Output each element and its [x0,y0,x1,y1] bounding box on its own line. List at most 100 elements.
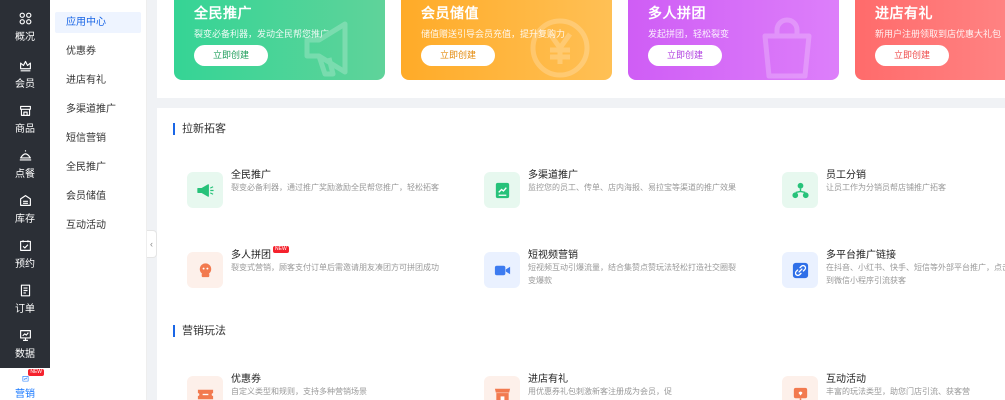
coupon-icon [197,389,213,399]
shopping-bag-icon [762,17,812,79]
app-card-short-video[interactable]: 短视频营销 短视频互动引爆流量，结合集赞点赞玩法轻松打造社交圈裂变爆款 [484,246,764,296]
banner-desc: 储值赠送引导会员充值，提升复购力 [421,29,566,39]
card-icon-wrap [187,252,223,288]
card-desc: 丰富的玩法类型，助您门店引流、获客营 [826,387,970,396]
create-now-button[interactable]: 立即创建 [648,45,722,66]
submenu-item-stored-value[interactable]: 会员储值 [55,186,141,207]
banner-desc: 新用户注册领取到店优惠大礼包 [875,29,1002,39]
app-card-group-buy[interactable]: 多人拼团NEW 裂变式营销，顾客支付订单后需邀请朋友凑团方可拼团成功 [187,246,467,296]
crown-icon [19,60,31,72]
app-card-multiplatform-link[interactable]: 多平台推广链接 在抖音、小红书、快手、短信等外部平台推广，点击后跳转到微信小程序… [782,246,1005,296]
nav-item-reservation[interactable]: 预约 [0,239,50,279]
nav-item-ordering[interactable]: 点餐 [0,149,50,189]
nav-item-label: 营销 [15,389,35,400]
section-acquisition: 拉新拓客 全民推广 裂变必备利器，通过推广奖励激励全民帮您推广，轻松拓客 多渠道… [157,108,1005,310]
dish-icon [19,150,31,161]
card-title-text: 短视频营销 [528,250,578,261]
card-title: 进店有礼 [528,370,568,385]
card-desc: 裂变式营销，顾客支付订单后需邀请朋友凑团方可拼团成功 [231,263,439,272]
card-title: 多人拼团NEW [231,246,289,261]
section-title: 拉新拓客 [173,123,226,135]
app-card-multichannel[interactable]: 多渠道推广 监控您的员工、传单、店内海报、易拉宝等渠道的推广效果 [484,166,764,216]
card-desc: 用优惠券礼包刺激新客注册成为会员，促 [528,387,672,396]
banner-referral[interactable]: 全民推广 裂变必备利器，发动全民帮您推广 立即创建 [174,0,385,80]
card-desc: 监控您的员工、传单、店内海报、易拉宝等渠道的推广效果 [528,183,736,192]
app-card-interactive[interactable]: 互动活动 丰富的玩法类型，助您门店引流、获客营 [782,370,1005,400]
create-now-button[interactable]: 立即创建 [875,45,949,66]
card-title: 互动活动 [826,370,866,385]
megaphone-icon [196,183,214,197]
calendar-check-icon [19,240,31,251]
banner-store-gift[interactable]: 进店有礼 新用户注册领取到店优惠大礼包 立即创建 [855,0,1005,80]
nav-item-orders[interactable]: 订单 [0,284,50,324]
card-title-text: 多人拼团 [231,250,271,261]
submenu-item-store-gift[interactable]: 进店有礼 [55,70,141,91]
group-buy-icon [199,262,211,277]
nav-item-label: 点餐 [15,169,35,180]
card-desc: 短视频互动引爆流量，结合集赞点赞玩法轻松打造社交圈裂变爆款 [528,263,736,285]
submenu-item-referral[interactable]: 全民推广 [55,157,141,178]
yen-coin-icon [530,18,590,78]
banner-desc: 裂变必备利器，发动全民帮您推广 [194,29,330,39]
megaphone-icon [304,21,348,77]
nav-item-label: 会员 [15,79,35,90]
nav-item-data[interactable]: 数据 [0,329,50,369]
card-desc: 裂变必备利器，通过推广奖励激励全民帮您推广，轻松拓客 [231,183,439,192]
card-icon-wrap [484,252,520,288]
card-title: 全民推广 [231,166,271,181]
card-icon-wrap [782,252,818,288]
card-icon-wrap [484,376,520,400]
app-card-referral[interactable]: 全民推广 裂变必备利器，通过推广奖励激励全民帮您推广，轻松拓客 [187,166,467,216]
secondary-menu: 应用中心 优惠券 进店有礼 多渠道推广 短信营销 全民推广 会员储值 互动活动 [50,0,147,400]
card-title: 短视频营销 [528,246,578,261]
nav-item-marketing[interactable]: NEW 营销 [0,368,50,400]
nav-item-label: 数据 [15,349,35,360]
collapse-menu-handle[interactable]: ‹ [147,230,157,258]
submenu-item-sms[interactable]: 短信营销 [55,128,141,149]
banner-stored-value[interactable]: 会员储值 储值赠送引导会员充值，提升复购力 立即创建 [401,0,612,80]
interactive-icon [793,387,807,400]
submenu-item-coupon[interactable]: 优惠券 [55,41,141,62]
new-badge: NEW [28,369,44,376]
nav-item-label: 商品 [15,124,35,135]
card-icon-wrap [187,172,223,208]
create-now-button[interactable]: 立即创建 [421,45,495,66]
video-camera-icon [494,265,510,275]
main-content: 全民推广 裂变必备利器，发动全民帮您推广 立即创建 会员储值 储值赠送引导会员充… [157,0,1005,400]
app-card-store-gift[interactable]: 进店有礼 用优惠券礼包刺激新客注册成为会员，促 [484,370,764,400]
app-card-staff-distribution[interactable]: 员工分销 让员工作为分销员帮店铺推广拓客 [782,166,1005,216]
app-card-coupon[interactable]: 优惠券 自定义类型和规则，支持多种营销场景 [187,370,467,400]
grid-icon [19,12,31,25]
card-icon-wrap [782,172,818,208]
banner-row: 全民推广 裂变必备利器，发动全民帮您推广 立即创建 会员储值 储值赠送引导会员充… [157,0,1005,98]
nav-item-label: 预约 [15,259,35,270]
app-root: 概况 会员 商品 点餐 库存 预约 订单 数据 NEW 营销 应用中心 优惠券 … [0,0,1005,400]
inventory-icon [19,195,31,206]
card-icon-wrap [782,376,818,400]
card-desc: 让员工作为分销员帮店铺推广拓客 [826,183,946,192]
nav-item-label: 概况 [15,32,35,43]
card-desc: 自定义类型和规则，支持多种营销场景 [231,387,367,396]
banner-group-buy[interactable]: 多人拼团 发起拼团，轻松裂变 立即创建 [628,0,839,80]
submenu-item-multichannel[interactable]: 多渠道推广 [55,99,141,120]
primary-nav: 概况 会员 商品 点餐 库存 预约 订单 数据 NEW 营销 [0,0,50,400]
card-title: 多平台推广链接 [826,246,896,261]
card-icon-wrap [484,172,520,208]
submenu-item-app-center[interactable]: 应用中心 [55,12,141,33]
submenu-item-interactive[interactable]: 互动活动 [55,215,141,236]
link-icon [792,262,808,278]
order-icon [20,284,30,297]
card-title: 多渠道推广 [528,166,578,181]
section-marketing-play: 营销玩法 优惠券 自定义类型和规则，支持多种营销场景 进店有礼 用优惠券礼包刺激… [157,310,1005,400]
new-badge: NEW [273,246,289,253]
create-now-button[interactable]: 立即创建 [194,45,268,66]
nav-item-label: 库存 [15,214,35,225]
card-title-text: 优惠券 [231,374,261,385]
nav-item-goods[interactable]: 商品 [0,104,50,144]
card-title-text: 多渠道推广 [528,170,578,181]
nav-item-member[interactable]: 会员 [0,59,50,99]
banner-desc: 发起拼团，轻松裂变 [648,29,730,39]
card-title: 优惠券 [231,370,261,385]
nav-item-overview[interactable]: 概况 [0,12,50,52]
nav-item-inventory[interactable]: 库存 [0,194,50,234]
